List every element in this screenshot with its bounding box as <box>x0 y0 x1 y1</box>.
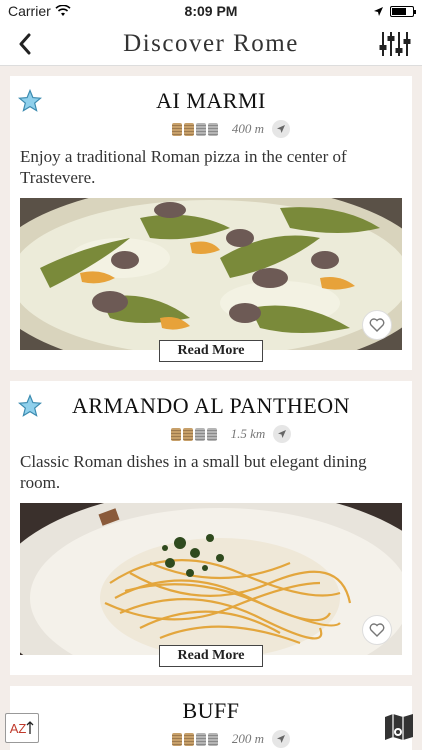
restaurant-photo[interactable] <box>20 503 402 655</box>
sliders-icon <box>379 32 411 56</box>
restaurant-description: Classic Roman dishes in a small but eleg… <box>20 452 367 492</box>
read-more-button[interactable]: Read More <box>159 340 263 362</box>
restaurant-card[interactable]: AI MARMI 400 m Enjoy a traditional Roman… <box>10 76 412 370</box>
restaurant-name: ARMANDO AL PANTHEON <box>71 393 350 418</box>
distance-label: 400 m <box>231 121 265 136</box>
coin-icon <box>194 427 205 441</box>
map-button[interactable] <box>382 711 416 743</box>
coin-icon <box>195 122 206 136</box>
favorite-button[interactable] <box>362 615 392 645</box>
distance-label: 1.5 km <box>230 426 266 441</box>
coin-icon <box>207 122 218 136</box>
favorite-button[interactable] <box>362 310 392 340</box>
status-right <box>373 5 416 17</box>
status-bar: Carrier 8:09 PM <box>0 0 422 22</box>
star-icon[interactable] <box>18 89 42 113</box>
map-icon <box>385 714 413 740</box>
heart-icon <box>369 318 385 332</box>
status-left: Carrier <box>8 3 71 19</box>
restaurant-name: AI MARMI <box>156 88 266 113</box>
price-level <box>171 122 218 136</box>
filter-button[interactable] <box>378 28 412 60</box>
chevron-left-icon <box>19 33 31 55</box>
read-more-button[interactable]: Read More <box>159 645 263 667</box>
navigate-button[interactable] <box>272 730 291 748</box>
price-level <box>170 427 217 441</box>
coin-icon <box>171 732 182 746</box>
page-title: Discover Rome <box>123 29 299 57</box>
back-button[interactable] <box>10 30 40 58</box>
coin-icon <box>207 732 218 746</box>
wifi-icon <box>55 5 71 16</box>
coin-icon <box>206 427 217 441</box>
restaurant-meta: 200 m <box>50 730 412 748</box>
restaurant-description: Enjoy a traditional Roman pizza in the c… <box>20 147 347 187</box>
location-arrow-icon <box>374 6 383 16</box>
navigation-arrow-icon <box>277 125 286 133</box>
sort-arrow-icon <box>26 721 34 734</box>
coin-icon <box>171 122 182 136</box>
navigate-button[interactable] <box>273 425 292 443</box>
coin-icon <box>182 427 193 441</box>
carrier-label: Carrier <box>8 3 51 19</box>
price-level <box>171 732 218 746</box>
star-icon[interactable] <box>18 394 42 418</box>
restaurant-meta: 400 m <box>50 120 412 138</box>
sort-az-button[interactable]: AZ <box>5 713 39 743</box>
restaurant-card[interactable]: BUFF 200 m <box>10 686 412 750</box>
navigate-button[interactable] <box>272 120 291 138</box>
restaurant-photo[interactable] <box>20 198 402 350</box>
restaurant-card[interactable]: ARMANDO AL PANTHEON 1.5 km Classic Roman… <box>10 381 412 675</box>
nav-bar: Discover Rome <box>0 22 422 66</box>
restaurant-name: BUFF <box>182 698 240 723</box>
heart-icon <box>369 623 385 637</box>
coin-icon <box>170 427 181 441</box>
navigation-arrow-icon <box>277 735 286 743</box>
restaurant-list[interactable]: AI MARMI 400 m Enjoy a traditional Roman… <box>0 67 422 750</box>
pasta-photo <box>20 503 402 655</box>
navigation-arrow-icon <box>278 430 287 438</box>
coin-icon <box>183 732 194 746</box>
coin-icon <box>183 122 194 136</box>
sort-label: AZ <box>9 720 27 736</box>
pizza-photo <box>20 198 402 350</box>
coin-icon <box>195 732 206 746</box>
restaurant-meta: 1.5 km <box>50 425 412 443</box>
battery-icon <box>390 5 416 17</box>
distance-label: 200 m <box>231 731 265 746</box>
